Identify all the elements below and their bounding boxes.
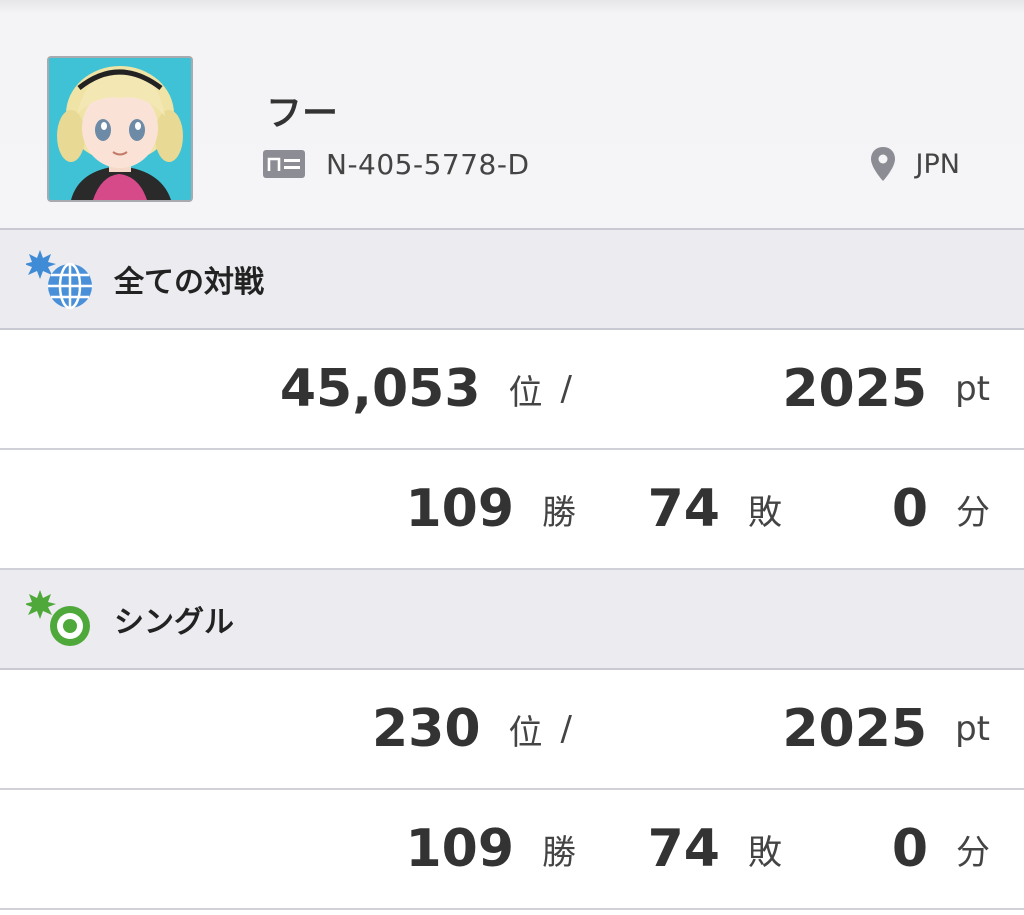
wins-cell: 109 勝	[405, 790, 576, 908]
rank-points-row: 45,053 位 / 2025 pt	[0, 330, 1024, 450]
player-id: N-405-5778-D	[326, 147, 530, 181]
points-cell: 2025 pt	[782, 670, 990, 788]
globe-icon	[26, 250, 92, 310]
rank-unit: 位	[508, 372, 543, 413]
draws-unit: 分	[956, 832, 990, 873]
points-cell: 2025 pt	[782, 330, 990, 448]
draws-unit: 分	[956, 492, 990, 533]
section-header-all-battles: 全ての対戦	[0, 230, 1024, 330]
points-unit: pt	[955, 709, 990, 749]
region-row: JPN	[870, 146, 960, 182]
player-name: フー	[266, 93, 339, 134]
section-title: 全ての対戦	[114, 265, 264, 300]
points-value: 2025	[782, 359, 928, 419]
rank-cell: 230 位 /	[372, 670, 572, 788]
wins-unit: 勝	[542, 832, 576, 873]
rank-cell: 45,053 位 /	[280, 330, 572, 448]
draws-value: 0	[891, 819, 928, 879]
single-battle-icon	[26, 590, 90, 646]
wins-unit: 勝	[542, 492, 576, 533]
losses-value: 74	[647, 479, 720, 539]
losses-cell: 74 敗	[648, 790, 782, 908]
losses-unit: 敗	[748, 832, 782, 873]
section-title: シングル	[114, 605, 234, 640]
wins-value: 109	[405, 479, 514, 539]
player-id-row: N-405-5778-D	[262, 146, 530, 182]
draws-value: 0	[891, 479, 928, 539]
region-label: JPN	[915, 148, 960, 180]
points-value: 2025	[782, 699, 928, 759]
wins-value: 109	[405, 819, 514, 879]
points-unit: pt	[955, 369, 990, 409]
trainer-avatar[interactable]	[47, 56, 193, 202]
losses-value: 74	[647, 819, 720, 879]
draws-cell: 0 分	[892, 790, 990, 908]
rank-value: 230	[371, 699, 481, 759]
rank-separator: /	[560, 709, 572, 749]
rank-separator: /	[560, 369, 572, 409]
section-header-single: シングル	[0, 570, 1024, 670]
profile-header: フー N-405-5778-D JPN	[0, 0, 1024, 230]
record-row: 109 勝 74 敗 0 分	[0, 790, 1024, 910]
id-card-icon	[263, 150, 305, 178]
draws-cell: 0 分	[892, 450, 990, 568]
rank-points-row: 230 位 / 2025 pt	[0, 670, 1024, 790]
losses-cell: 74 敗	[648, 450, 782, 568]
wins-cell: 109 勝	[405, 450, 576, 568]
rank-value: 45,053	[279, 359, 481, 419]
location-pin-icon	[870, 147, 895, 181]
losses-unit: 敗	[748, 492, 782, 533]
record-row: 109 勝 74 敗 0 分	[0, 450, 1024, 570]
rank-unit: 位	[508, 712, 543, 753]
